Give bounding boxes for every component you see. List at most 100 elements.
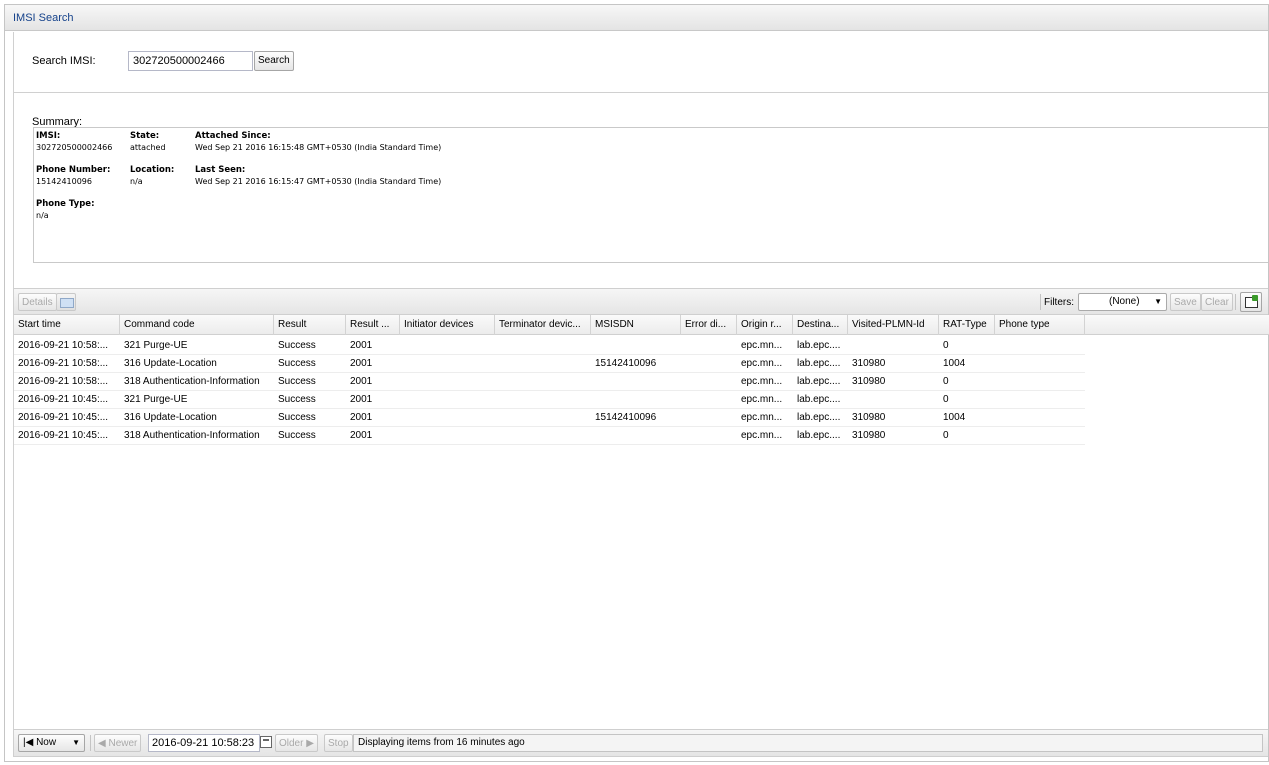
prev-icon: ◀ bbox=[98, 738, 109, 749]
cell-result: Success bbox=[278, 358, 316, 369]
column-header-visited-plmn-id[interactable]: Visited-PLMN-Id bbox=[848, 315, 939, 335]
filters-select[interactable]: (None) ▼ bbox=[1078, 293, 1167, 311]
cell-origin-realm: epc.mn... bbox=[741, 340, 783, 351]
column-header-result-code[interactable]: Result ... bbox=[346, 315, 400, 335]
cell-result: Success bbox=[278, 340, 316, 351]
cell-start-time: 2016-09-21 10:45:... bbox=[18, 412, 109, 423]
cell-origin-realm: epc.mn... bbox=[741, 394, 783, 405]
column-header-command-code[interactable]: Command code bbox=[120, 315, 274, 335]
column-header-rat-type[interactable]: RAT-Type bbox=[939, 315, 995, 335]
summary-attached-since: Attached Since: Wed Sep 21 2016 16:15:48… bbox=[195, 131, 442, 152]
older-button[interactable]: Older ▶ bbox=[275, 734, 318, 752]
filters-value: (None) bbox=[1109, 296, 1140, 307]
cell-result-code: 2001 bbox=[350, 340, 373, 351]
cell-msisdn bbox=[591, 373, 681, 391]
cell-visited-plmn-id: 310980 bbox=[852, 412, 886, 423]
paging-separator bbox=[90, 735, 91, 751]
cell-destination: lab.epc.... bbox=[797, 412, 841, 423]
cell-msisdn bbox=[591, 337, 681, 355]
refresh-icon[interactable] bbox=[56, 293, 76, 311]
cell-error-diagnostic bbox=[681, 373, 737, 391]
summary-panel: Summary: IMSI: 302720500002466 State: at… bbox=[13, 92, 1268, 288]
cell-origin-realm: epc.mn... bbox=[741, 412, 783, 423]
cell-visited-plmn-id: 310980 bbox=[852, 430, 886, 441]
cell-phone-type bbox=[995, 355, 1085, 373]
table-row[interactable]: 2016-09-21 10:58:... 316 Update-Location S… bbox=[14, 355, 1085, 373]
cell-result: Success bbox=[278, 376, 316, 387]
now-select[interactable]: |◀ Now ▼ bbox=[18, 734, 85, 752]
column-header-terminator-devices[interactable]: Terminator devic... bbox=[495, 315, 591, 335]
column-header-error-diagnostic[interactable]: Error di... bbox=[681, 315, 737, 335]
table-row[interactable]: 2016-09-21 10:58:... 321 Purge-UE Success 2… bbox=[14, 337, 1085, 355]
cell-result: Success bbox=[278, 412, 316, 423]
now-label: Now bbox=[36, 737, 57, 748]
column-header-origin-realm[interactable]: Origin r... bbox=[737, 315, 793, 335]
cell-rat-type: 0 bbox=[943, 376, 949, 387]
date-input[interactable]: 2016-09-21 10:58:23 bbox=[148, 734, 260, 752]
table-row[interactable]: 2016-09-21 10:58:... 318 Authentication-I… bbox=[14, 373, 1085, 391]
paging-status: Displaying items from 16 minutes ago bbox=[353, 734, 1263, 752]
column-header-start-time[interactable]: Start time bbox=[14, 315, 120, 335]
cell-rat-type: 0 bbox=[943, 430, 949, 441]
cell-destination: lab.epc.... bbox=[797, 430, 841, 441]
cell-command-code: 318 Authentication-Information bbox=[124, 430, 260, 441]
table-row[interactable]: 2016-09-21 10:45:... 316 Update-Location S… bbox=[14, 409, 1085, 427]
cell-command-code: 316 Update-Location bbox=[124, 412, 217, 423]
search-imsi-input[interactable] bbox=[128, 51, 253, 71]
summary-location: Location: n/a bbox=[130, 165, 175, 186]
cell-destination: lab.epc.... bbox=[797, 394, 841, 405]
summary-phone-number: Phone Number: 15142410096 bbox=[36, 165, 111, 186]
cell-command-code: 316 Update-Location bbox=[124, 358, 217, 369]
column-header-result[interactable]: Result bbox=[274, 315, 346, 335]
newer-button[interactable]: ◀ Newer bbox=[94, 734, 142, 752]
cell-result: Success bbox=[278, 430, 316, 441]
summary-imsi: IMSI: 302720500002466 bbox=[36, 131, 113, 152]
cell-command-code: 318 Authentication-Information bbox=[124, 376, 260, 387]
cell-origin-realm: epc.mn... bbox=[741, 376, 783, 387]
cell-error-diagnostic bbox=[681, 355, 737, 373]
clear-filter-button[interactable]: Clear bbox=[1201, 293, 1233, 311]
table-row[interactable]: 2016-09-21 10:45:... 318 Authentication-I… bbox=[14, 427, 1085, 445]
chevron-down-icon: ▼ bbox=[72, 738, 80, 747]
summary-box: IMSI: 302720500002466 State: attached At… bbox=[33, 127, 1268, 263]
cell-start-time: 2016-09-21 10:45:... bbox=[18, 394, 109, 405]
cell-msisdn: 15142410096 bbox=[595, 358, 657, 369]
search-button[interactable]: Search bbox=[254, 51, 294, 71]
cell-result-code: 2001 bbox=[350, 394, 373, 405]
window-title: IMSI Search bbox=[5, 5, 1268, 31]
details-button[interactable]: Details bbox=[18, 293, 57, 311]
column-header-msisdn[interactable]: MSISDN bbox=[591, 315, 681, 335]
cell-destination: lab.epc.... bbox=[797, 340, 841, 351]
cell-visited-plmn-id: 310980 bbox=[852, 376, 886, 387]
export-icon[interactable] bbox=[1240, 292, 1262, 312]
cell-terminator-devices bbox=[495, 355, 591, 373]
summary-phone-type: Phone Type: n/a bbox=[36, 199, 95, 220]
cell-terminator-devices bbox=[495, 373, 591, 391]
column-header-initiator-devices[interactable]: Initiator devices bbox=[400, 315, 495, 335]
cell-destination: lab.epc.... bbox=[797, 376, 841, 387]
table-row[interactable]: 2016-09-21 10:45:... 321 Purge-UE Success 2… bbox=[14, 391, 1085, 409]
cell-terminator-devices bbox=[495, 409, 591, 427]
cell-start-time: 2016-09-21 10:58:... bbox=[18, 376, 109, 387]
column-header-phone-type[interactable]: Phone type bbox=[995, 315, 1085, 335]
cell-command-code: 321 Purge-UE bbox=[124, 394, 188, 405]
cell-rat-type: 0 bbox=[943, 340, 949, 351]
cell-msisdn bbox=[591, 427, 681, 445]
cell-msisdn: 15142410096 bbox=[595, 412, 657, 423]
cell-error-diagnostic bbox=[681, 409, 737, 427]
cell-error-diagnostic bbox=[681, 337, 737, 355]
summary-last-seen: Last Seen: Wed Sep 21 2016 16:15:47 GMT+… bbox=[195, 165, 442, 186]
cell-rat-type: 1004 bbox=[943, 358, 966, 369]
stop-button[interactable]: Stop bbox=[324, 734, 353, 752]
cell-initiator-devices bbox=[400, 373, 495, 391]
save-filter-button[interactable]: Save bbox=[1170, 293, 1201, 311]
cell-result-code: 2001 bbox=[350, 358, 373, 369]
cell-rat-type: 0 bbox=[943, 394, 949, 405]
cell-initiator-devices bbox=[400, 409, 495, 427]
cell-start-time: 2016-09-21 10:45:... bbox=[18, 430, 109, 441]
cell-initiator-devices bbox=[400, 391, 495, 409]
calendar-icon[interactable] bbox=[260, 736, 272, 748]
cell-start-time: 2016-09-21 10:58:... bbox=[18, 340, 109, 351]
cell-initiator-devices bbox=[400, 355, 495, 373]
column-header-destination[interactable]: Destina... bbox=[793, 315, 848, 335]
